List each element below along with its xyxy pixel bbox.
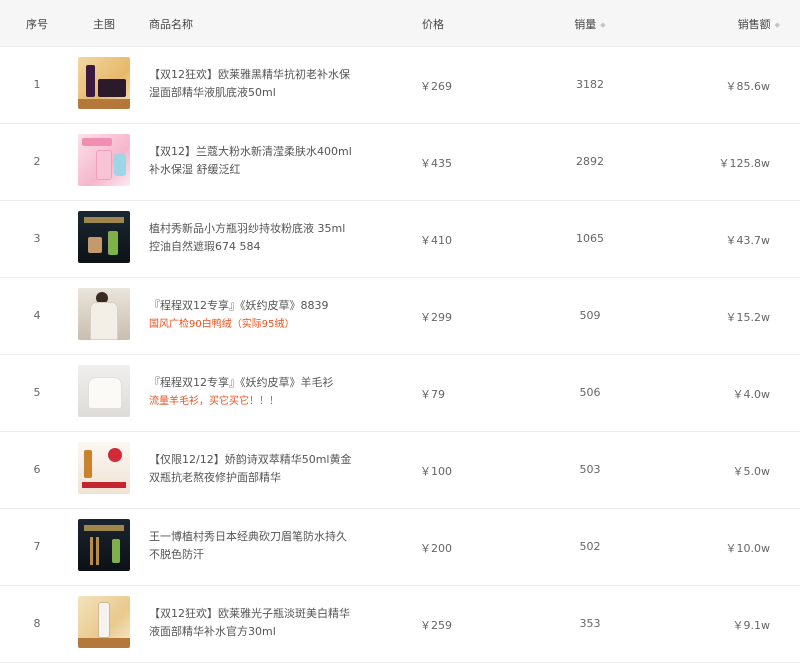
product-name-cell[interactable]: 【双12狂欢】欧莱雅光子瓶淡斑美白精华液面部精华补水官方30ml (149, 605, 359, 641)
product-thumbnail[interactable] (78, 365, 130, 417)
product-price: ￥299 (420, 311, 452, 324)
product-name-cell[interactable]: 【仅限12/12】娇韵诗双萃精华50ml黄金双瓶抗老熬夜修护面部精华 (149, 451, 359, 487)
row-index: 6 (33, 463, 41, 476)
serum-bottle-image[interactable] (78, 57, 130, 109)
sort-caret-icon[interactable]: ◆ (775, 21, 780, 29)
header-revenue-label: 销售额 (737, 18, 771, 31)
header-revenue[interactable]: 销售额 ◆ (690, 16, 780, 32)
product-thumbnail[interactable] (78, 134, 130, 186)
product-price: ￥410 (420, 234, 452, 247)
product-revenue: ￥125.8w (718, 157, 771, 170)
serum-set-image[interactable] (78, 442, 130, 494)
product-name[interactable]: 植村秀新品小方瓶羽纱持妆粉底液 35ml 控油自然遮瑕674 584 (149, 220, 354, 256)
row-index: 2 (33, 155, 41, 168)
row-index: 4 (33, 309, 41, 322)
table-row[interactable]: 3 植村秀新品小方瓶羽纱持妆粉底液 35ml 控油自然遮瑕674 584 ￥41… (0, 201, 800, 278)
header-sales[interactable]: 销量 ◆ (545, 16, 635, 32)
product-name[interactable]: 『程程双12专享』《妖约皮草》8839 (149, 297, 354, 315)
product-sales: 506 (579, 386, 601, 399)
row-index: 5 (33, 386, 41, 399)
row-index: 1 (33, 78, 41, 91)
table-row[interactable]: 2 【双12】兰蔻大粉水新清滢柔肤水400ml 补水保湿 舒缓泛红 ￥435 2… (0, 124, 800, 201)
table-row[interactable]: 1 【双12狂欢】欧莱雅黑精华抗初老补水保湿面部精华液肌底液50ml ￥269 … (0, 47, 800, 124)
product-price: ￥435 (420, 157, 452, 170)
sweater-image[interactable] (78, 365, 130, 417)
product-revenue: ￥9.1w (732, 619, 771, 632)
product-name[interactable]: 【双12狂欢】欧莱雅光子瓶淡斑美白精华液面部精华补水官方30ml (149, 605, 354, 641)
product-price: ￥100 (420, 465, 452, 478)
sort-caret-icon[interactable]: ◆ (600, 21, 605, 29)
row-index: 8 (33, 617, 41, 630)
product-revenue: ￥43.7w (725, 234, 771, 247)
product-price: ￥269 (420, 80, 452, 93)
product-sales: 2892 (576, 155, 604, 168)
product-sales: 353 (579, 617, 601, 630)
header-image: 主图 (93, 18, 115, 31)
product-revenue: ￥5.0w (732, 465, 771, 478)
product-name-cell[interactable]: 『程程双12专享』《妖约皮草》8839 国风广检90白鸭绒（实际95绒） (149, 297, 359, 333)
product-revenue: ￥85.6w (725, 80, 771, 93)
product-price: ￥79 (420, 388, 445, 401)
product-sales: 3182 (576, 78, 604, 91)
table-row[interactable]: 8 【双12狂欢】欧莱雅光子瓶淡斑美白精华液面部精华补水官方30ml ￥259 … (0, 586, 800, 663)
eyebrow-pencil-image[interactable] (78, 519, 130, 571)
product-name-cell[interactable]: 植村秀新品小方瓶羽纱持妆粉底液 35ml 控油自然遮瑕674 584 (149, 220, 359, 256)
product-name[interactable]: 『程程双12专享』《妖约皮草》羊毛衫 (149, 374, 354, 392)
row-index: 3 (33, 232, 41, 245)
product-sales: 1065 (576, 232, 604, 245)
product-name[interactable]: 王一博植村秀日本经典砍刀眉笔防水持久不脱色防汗 (149, 528, 354, 564)
product-price: ￥200 (420, 542, 452, 555)
product-price: ￥259 (420, 619, 452, 632)
table-header: 序号 主图 商品名称 价格 销量 ◆ 销售额 ◆ (0, 0, 800, 47)
header-name: 商品名称 (149, 18, 193, 31)
foundation-bottle-image[interactable] (78, 211, 130, 263)
product-name[interactable]: 【仅限12/12】娇韵诗双萃精华50ml黄金双瓶抗老熬夜修护面部精华 (149, 451, 354, 487)
header-sales-label: 销量 (574, 18, 597, 31)
product-thumbnail[interactable] (78, 596, 130, 648)
product-name[interactable]: 【双12狂欢】欧莱雅黑精华抗初老补水保湿面部精华液肌底液50ml (149, 66, 354, 102)
table-row[interactable]: 5 『程程双12专享』《妖约皮草》羊毛衫 流量羊毛衫，买它买它！！！ ￥79 5… (0, 355, 800, 432)
table-row[interactable]: 4 『程程双12专享』《妖约皮草》8839 国风广检90白鸭绒（实际95绒） ￥… (0, 278, 800, 355)
product-name-cell[interactable]: 【双12】兰蔻大粉水新清滢柔肤水400ml 补水保湿 舒缓泛红 (149, 143, 359, 179)
product-table: 序号 主图 商品名称 价格 销量 ◆ 销售额 ◆ 1 【双12狂欢】欧莱雅黑精华抗初… (0, 0, 800, 663)
product-thumbnail[interactable] (78, 57, 130, 109)
down-coat-image[interactable] (78, 288, 130, 340)
product-thumbnail[interactable] (78, 519, 130, 571)
product-sales: 502 (579, 540, 601, 553)
table-row[interactable]: 7 王一博植村秀日本经典砍刀眉笔防水持久不脱色防汗 ￥200 502 ￥10.0… (0, 509, 800, 586)
product-name-cell[interactable]: 『程程双12专享』《妖约皮草》羊毛衫 流量羊毛衫，买它买它！！！ (149, 374, 359, 410)
product-revenue: ￥10.0w (725, 542, 771, 555)
product-sales: 509 (579, 309, 601, 322)
essence-bottle-image[interactable] (78, 596, 130, 648)
product-note: 流量羊毛衫，买它买它！！！ (149, 396, 279, 407)
product-thumbnail[interactable] (78, 442, 130, 494)
toner-bottle-image[interactable] (78, 134, 130, 186)
product-revenue: ￥4.0w (732, 388, 771, 401)
product-note: 国风广检90白鸭绒（实际95绒） (149, 319, 295, 330)
product-sales: 503 (579, 463, 601, 476)
product-name[interactable]: 【双12】兰蔻大粉水新清滢柔肤水400ml 补水保湿 舒缓泛红 (149, 143, 354, 179)
product-name-cell[interactable]: 王一博植村秀日本经典砍刀眉笔防水持久不脱色防汗 (149, 528, 359, 564)
product-thumbnail[interactable] (78, 211, 130, 263)
header-index: 序号 (26, 18, 48, 31)
header-price: 价格 (422, 18, 444, 31)
product-thumbnail[interactable] (78, 288, 130, 340)
table-row[interactable]: 6 【仅限12/12】娇韵诗双萃精华50ml黄金双瓶抗老熬夜修护面部精华 ￥10… (0, 432, 800, 509)
row-index: 7 (33, 540, 41, 553)
product-revenue: ￥15.2w (725, 311, 771, 324)
product-name-cell[interactable]: 【双12狂欢】欧莱雅黑精华抗初老补水保湿面部精华液肌底液50ml (149, 66, 359, 102)
